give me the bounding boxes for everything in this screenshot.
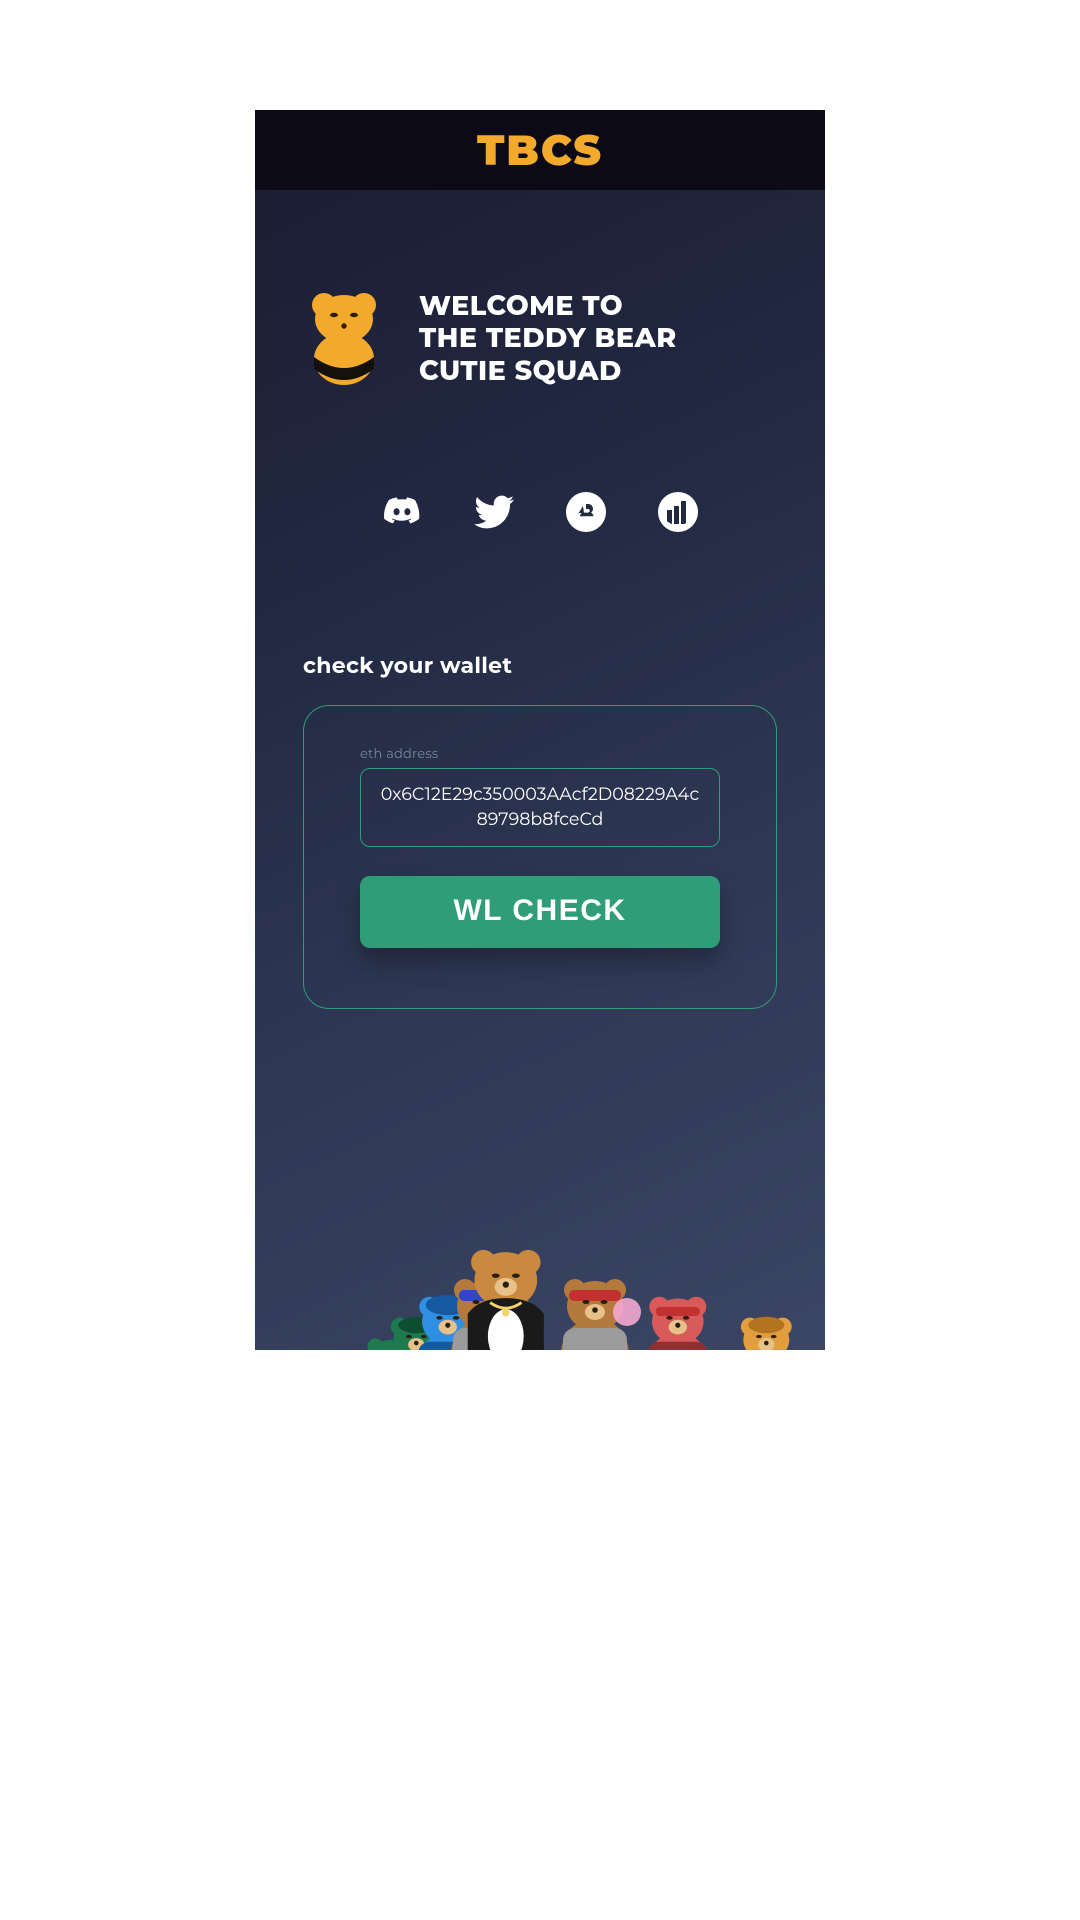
app-viewport: TBCS [255, 110, 825, 1350]
bear-mascot-icon [303, 291, 385, 386]
wallet-section-title: check your wallet [303, 652, 777, 679]
hero: WELCOME TO THE TEDDY BEAR CUTIE SQUAD [303, 290, 777, 387]
eth-address-label: eth address [360, 746, 720, 762]
twitter-icon[interactable] [474, 492, 514, 532]
wl-check-button[interactable]: WL CHECK [360, 876, 720, 948]
footer-bear-crowd [255, 1170, 825, 1350]
main-content: WELCOME TO THE TEDDY BEAR CUTIE SQUAD [255, 190, 825, 1009]
opensea-icon[interactable] [566, 492, 606, 532]
social-links [303, 492, 777, 532]
discord-icon[interactable] [382, 492, 422, 532]
looksrare-icon[interactable] [658, 492, 698, 532]
hero-title: WELCOME TO THE TEDDY BEAR CUTIE SQUAD [419, 290, 677, 387]
brand-logo-text: TBCS [477, 124, 603, 176]
topbar: TBCS [255, 110, 825, 190]
wallet-check-card: eth address WL CHECK [303, 705, 777, 1009]
eth-address-input[interactable] [360, 768, 720, 847]
